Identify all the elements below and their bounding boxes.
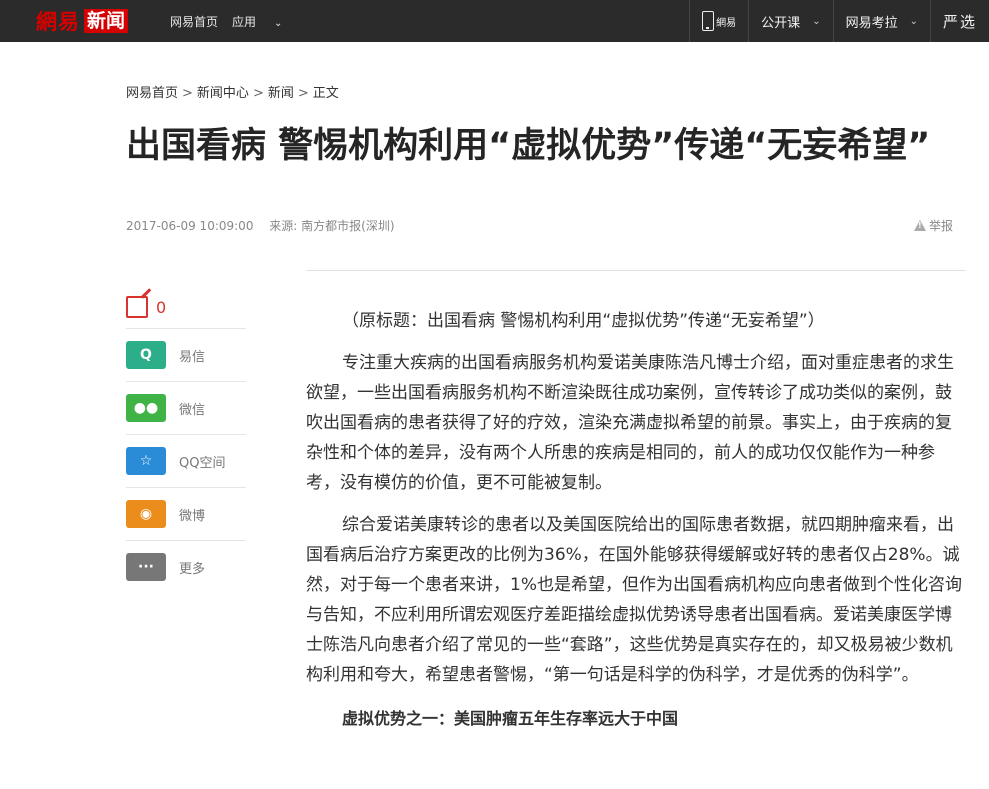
breadcrumb: 网易首页 > 新闻中心 > 新闻 > 正文 (126, 82, 339, 101)
qzone-icon: ☆ (126, 447, 166, 475)
nav-apps-label: 应用 (232, 14, 257, 29)
article-paragraph: 专注重大疾病的出国看病服务机构爱诺美康陈浩凡博士介绍，面对重症患者的求生欲望，一… (306, 353, 954, 493)
top-nav-left: 网易首页 应用 ⌄ (170, 0, 310, 42)
top-bar: 網易 新闻 网易首页 应用 ⌄ 網易 公开课 ⌄ 网易考拉 ⌄ 严选 (0, 0, 989, 42)
share-label: 易信 (179, 349, 206, 365)
breadcrumb-current: 正文 (312, 86, 339, 101)
breadcrumb-separator: > (297, 86, 309, 101)
content-divider (306, 270, 966, 271)
edit-comment-icon (126, 296, 148, 318)
yanxuan-link[interactable]: 严选 (929, 0, 989, 42)
share-wechat[interactable]: ●● 微信 (126, 382, 246, 435)
mobile-label: 網易 (716, 17, 737, 29)
article-paragraph: 综合爱诺美康转诊的患者以及美国医院给出的国际患者数据，就四期肿瘤来看，出国看病后… (306, 515, 962, 685)
comment-button[interactable]: 0 (126, 286, 246, 329)
wechat-icon: ●● (126, 394, 166, 422)
article-paragraph: （原标题：出国看病 警惕机构利用“虚拟优势”传递“无妄希望”） (342, 311, 825, 331)
article-subheading: 虚拟优势之一：美国肿瘤五年生存率远大于中国 (342, 709, 679, 728)
share-qzone[interactable]: ☆ QQ空间 (126, 435, 246, 488)
share-sidebar: 0 Q 易信 ●● 微信 ☆ QQ空间 ◉ 微博 ··· 更多 (126, 286, 246, 593)
logo-wangyi: 網易 (36, 9, 80, 34)
yixin-icon: Q (126, 341, 166, 369)
report-label: 举报 (929, 219, 954, 233)
chevron-down-icon: ⌄ (812, 15, 821, 27)
share-label: 微信 (179, 402, 206, 418)
article-date: 2017-06-09 10:09:00 (126, 219, 254, 233)
article-source[interactable]: 来源: 南方都市报(深圳) (269, 219, 394, 233)
kaola-menu[interactable]: 网易考拉 ⌄ (832, 0, 930, 42)
phone-icon (702, 11, 715, 31)
nav-home-link[interactable]: 网易首页 (170, 13, 218, 30)
breadcrumb-home[interactable]: 网易首页 (126, 86, 178, 101)
mobile-app-link[interactable]: 網易 (689, 0, 748, 42)
weibo-icon: ◉ (126, 500, 166, 528)
yanxuan-logo: 严选 (942, 12, 977, 31)
open-course-menu[interactable]: 公开课 ⌄ (748, 0, 832, 42)
article-title: 出国看病 警惕机构利用“虚拟优势”传递“无妄希望” (126, 126, 931, 166)
warning-icon (914, 220, 926, 231)
share-label: QQ空间 (179, 455, 226, 471)
breadcrumb-separator: > (252, 86, 264, 101)
breadcrumb-news-center[interactable]: 新闻中心 (197, 86, 249, 101)
netease-news-logo[interactable]: 網易 新闻 (36, 7, 129, 35)
more-icon: ··· (126, 553, 166, 581)
share-yixin[interactable]: Q 易信 (126, 329, 246, 382)
comment-count: 0 (156, 297, 167, 317)
breadcrumb-news[interactable]: 新闻 (268, 86, 294, 101)
top-nav-right: 網易 公开课 ⌄ 网易考拉 ⌄ 严选 (689, 0, 989, 42)
open-course-label: 公开课 (761, 15, 801, 31)
chevron-down-icon: ⌄ (274, 17, 283, 29)
article-meta: 2017-06-09 10:09:00 来源: 南方都市报(深圳) (126, 217, 407, 234)
breadcrumb-separator: > (182, 86, 193, 101)
share-more[interactable]: ··· 更多 (126, 541, 246, 593)
logo-xinwen: 新闻 (84, 9, 129, 33)
kaola-label: 网易考拉 (845, 15, 898, 31)
nav-apps-menu[interactable]: 应用 ⌄ (232, 13, 296, 30)
share-label: 微博 (179, 508, 206, 524)
share-label: 更多 (179, 561, 206, 577)
chevron-down-icon: ⌄ (909, 15, 918, 27)
article-body: （原标题：出国看病 警惕机构利用“虚拟优势”传递“无妄希望”） 专注重大疾病的出… (306, 306, 968, 746)
report-button[interactable]: 举报 (914, 217, 953, 234)
share-weibo[interactable]: ◉ 微博 (126, 488, 246, 541)
